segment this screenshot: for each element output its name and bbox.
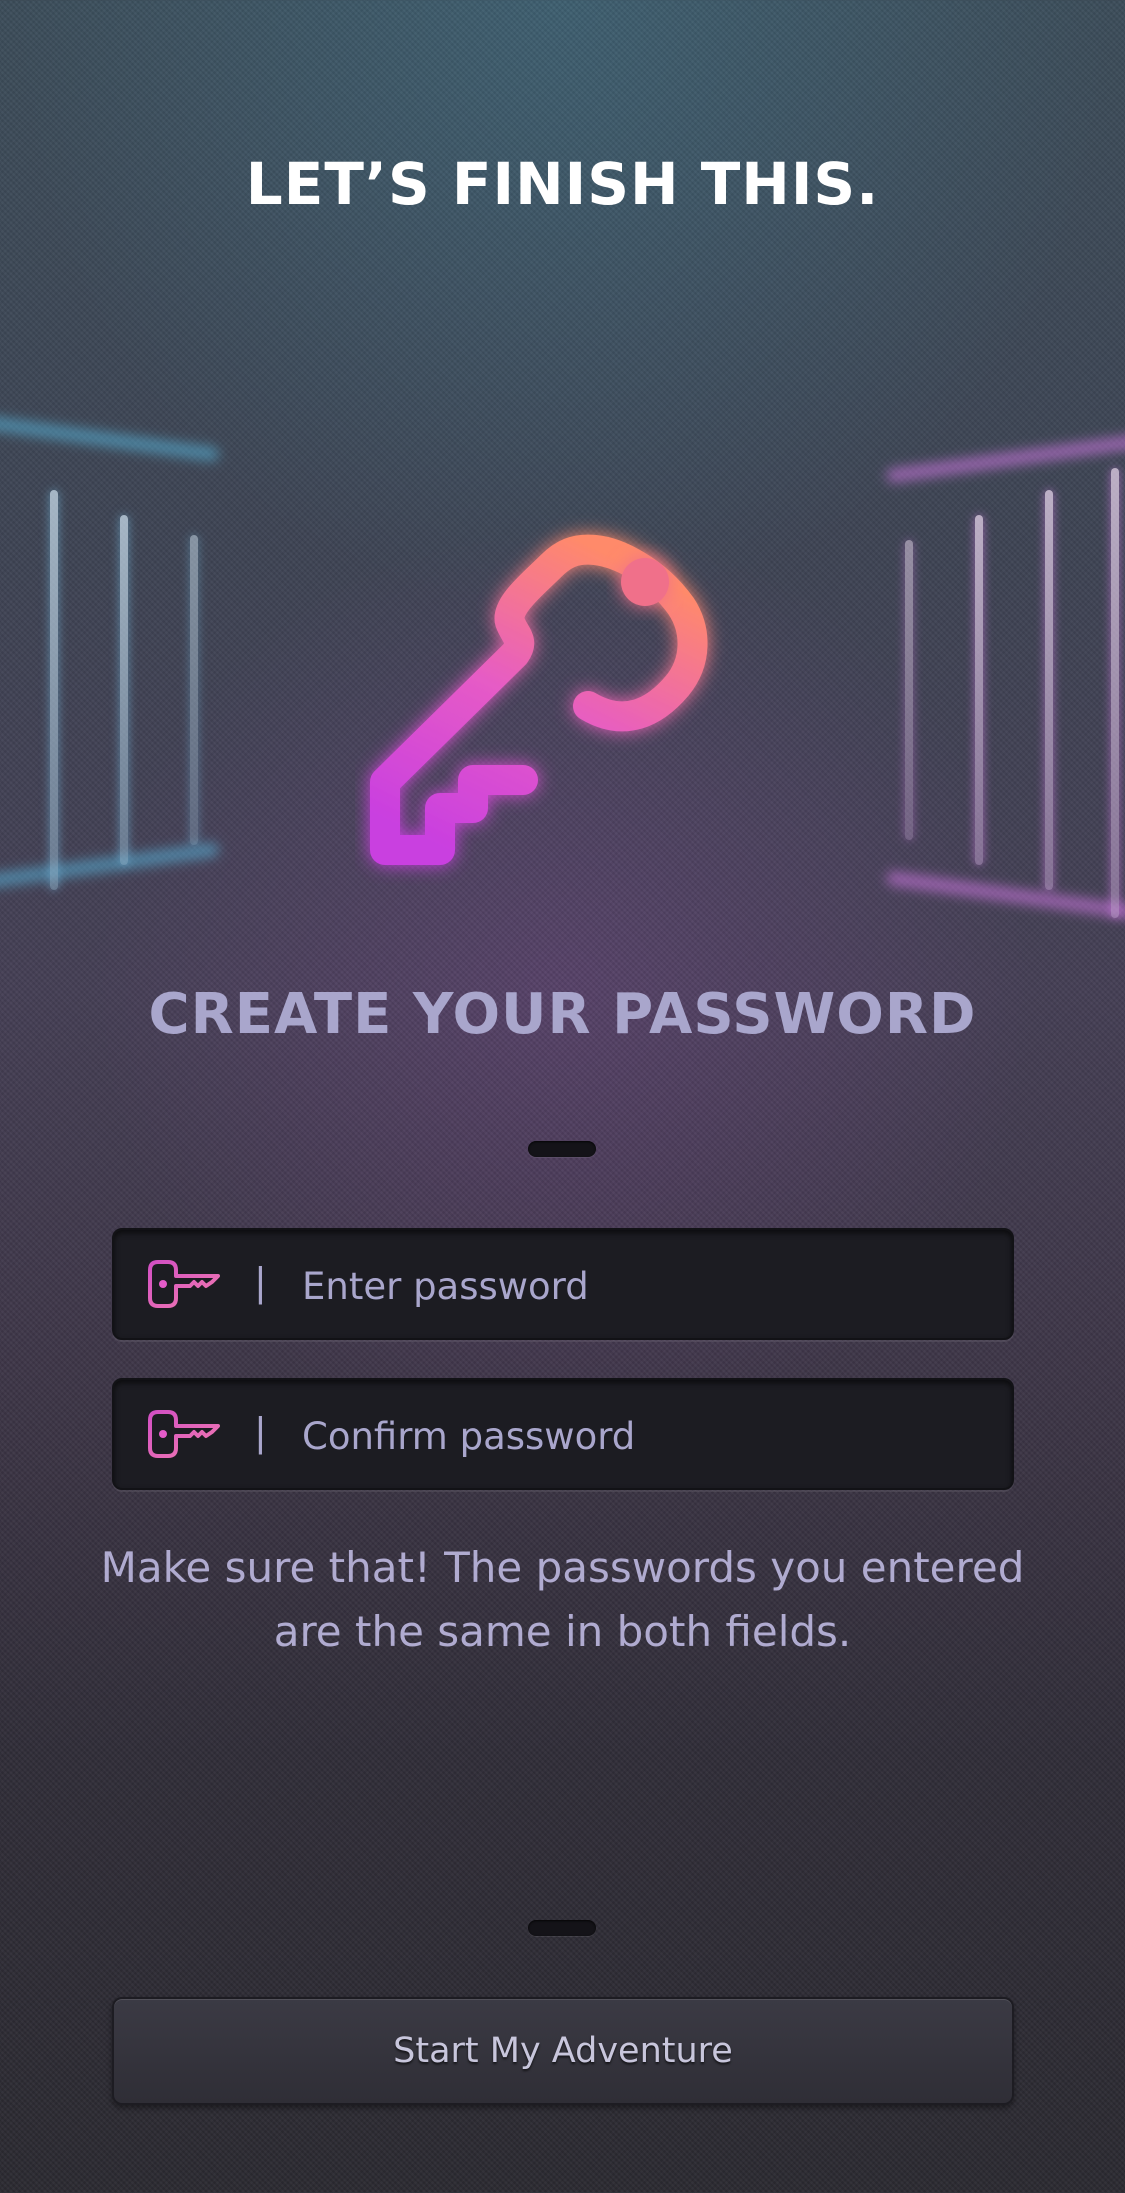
light-bar	[905, 540, 913, 840]
divider-pill	[528, 1141, 596, 1157]
light-bar	[1111, 468, 1119, 918]
field-separator: |	[254, 1260, 267, 1304]
light-bar	[975, 515, 983, 865]
light-beam	[0, 411, 220, 463]
form-title: CREATE YOUR PASSWORD	[148, 982, 977, 1047]
background-texture	[0, 0, 1125, 2193]
confirm-password-field[interactable]: |	[112, 1378, 1014, 1490]
light-bar	[190, 535, 198, 845]
password-field[interactable]: |	[112, 1228, 1014, 1340]
light-beam	[0, 841, 220, 893]
page-title: LET’S FINISH THIS.	[245, 150, 880, 218]
field-separator: |	[254, 1410, 267, 1454]
light-bar	[120, 515, 128, 865]
confirm-password-input[interactable]	[300, 1404, 994, 1468]
key-icon	[370, 534, 708, 865]
light-beam	[885, 870, 1125, 924]
password-input[interactable]	[300, 1254, 994, 1318]
key-icon	[148, 1260, 220, 1308]
right-light-frame	[875, 430, 1125, 950]
key-icon	[148, 1410, 220, 1458]
key-hole	[621, 558, 669, 606]
light-bar	[50, 490, 58, 890]
left-light-frame	[0, 411, 250, 950]
light-bar	[1045, 490, 1053, 890]
password-hint: Make sure that! The passwords you entere…	[100, 1543, 1025, 1656]
divider-pill	[528, 1920, 596, 1936]
start-adventure-button[interactable]: Start My Adventure	[112, 1997, 1014, 2105]
light-beam	[885, 430, 1125, 484]
